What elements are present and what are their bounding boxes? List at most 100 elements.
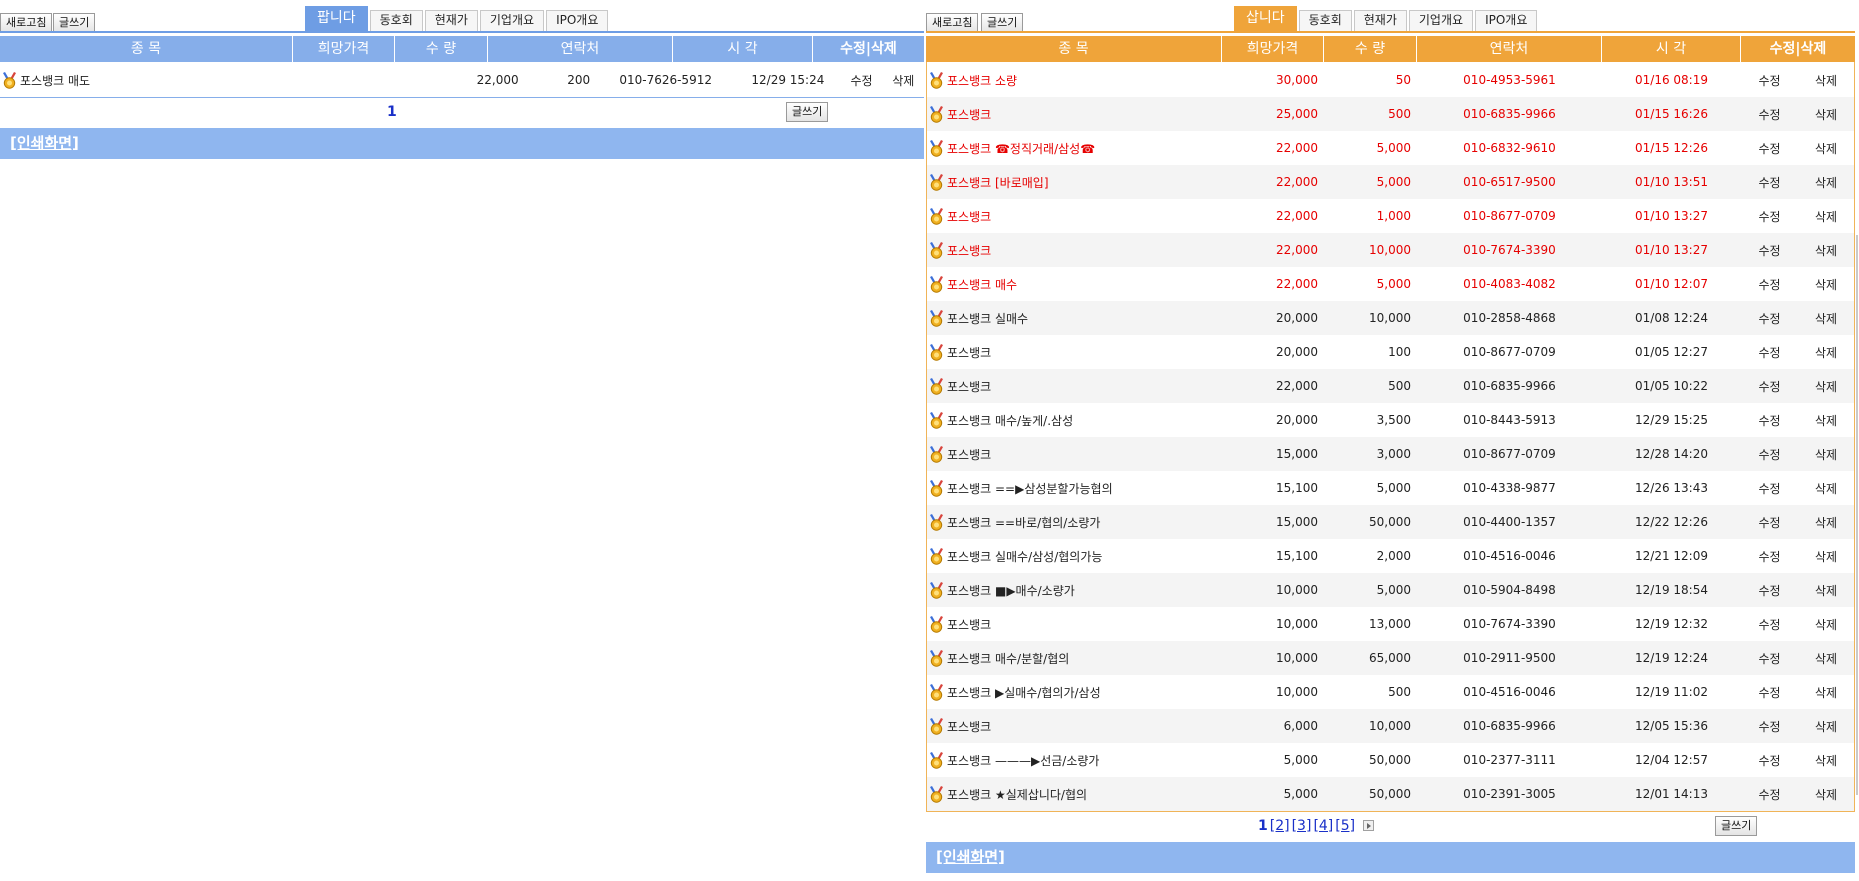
row-edit-link[interactable]: 수정	[1741, 140, 1798, 157]
row-name[interactable]: 포스뱅크 매수	[947, 276, 1017, 293]
row-delete-link[interactable]: 삭제	[1798, 446, 1854, 463]
write-button-bottom[interactable]: 글쓰기	[1715, 816, 1758, 836]
row-edit-link[interactable]: 수정	[1741, 276, 1798, 293]
row-delete-link[interactable]: 삭제	[883, 72, 924, 89]
row-edit-link[interactable]: 수정	[1741, 344, 1798, 361]
write-button[interactable]: 글쓰기	[53, 13, 96, 33]
tab-club[interactable]: 동호회	[369, 10, 423, 31]
row-delete-link[interactable]: 삭제	[1798, 480, 1854, 497]
row-name[interactable]: 포스뱅크 매도	[20, 72, 90, 89]
print-view-link[interactable]: [인쇄화면]	[10, 134, 79, 152]
row-delete-link[interactable]: 삭제	[1798, 140, 1854, 157]
row-name[interactable]: 포스뱅크 ▶실매수/협의가/삼성	[947, 684, 1101, 701]
row-edit-link[interactable]: 수정	[1741, 548, 1798, 565]
row-edit-link[interactable]: 수정	[1741, 650, 1798, 667]
row-edit-link[interactable]: 수정	[1741, 378, 1798, 395]
row-edit-link[interactable]: 수정	[1741, 208, 1798, 225]
row-delete-link[interactable]: 삭제	[1798, 344, 1854, 361]
row-name[interactable]: 포스뱅크	[947, 616, 991, 633]
row-edit-link[interactable]: 수정	[1741, 446, 1798, 463]
tab-current-price[interactable]: 현재가	[424, 10, 478, 31]
tab-company-overview[interactable]: 기업개요	[479, 10, 545, 31]
header-time: 시 각	[1602, 36, 1741, 62]
tab-buy[interactable]: 삽니다	[1234, 6, 1297, 31]
write-button-bottom[interactable]: 글쓰기	[786, 102, 829, 122]
row-name[interactable]: 포스뱅크 [바로매입]	[947, 174, 1049, 191]
row-delete-link[interactable]: 삭제	[1798, 514, 1854, 531]
row-delete-link[interactable]: 삭제	[1798, 378, 1854, 395]
tab-current-price[interactable]: 현재가	[1353, 10, 1407, 31]
row-delete-link[interactable]: 삭제	[1798, 276, 1854, 293]
row-delete-link[interactable]: 삭제	[1798, 242, 1854, 259]
row-edit-link[interactable]: 수정	[841, 72, 883, 89]
row-delete-link[interactable]: 삭제	[1798, 412, 1854, 429]
row-name-cell: 포스뱅크 ———▶선금/소량가	[927, 751, 1222, 769]
row-delete-link[interactable]: 삭제	[1798, 310, 1854, 327]
refresh-button[interactable]: 새로고침	[0, 13, 53, 33]
row-name[interactable]: 포스뱅크 실매수/삼성/협의가능	[947, 548, 1102, 565]
row-edit-link[interactable]: 수정	[1741, 582, 1798, 599]
row-delete-link[interactable]: 삭제	[1798, 684, 1854, 701]
row-name[interactable]: 포스뱅크 실매수	[947, 310, 1028, 327]
row-edit-link[interactable]: 수정	[1741, 616, 1798, 633]
row-name[interactable]: 포스뱅크	[947, 106, 991, 123]
row-edit-link[interactable]: 수정	[1741, 480, 1798, 497]
row-edit-link[interactable]: 수정	[1741, 684, 1798, 701]
pager-page-3[interactable]: [3]	[1292, 818, 1312, 834]
row-delete-link[interactable]: 삭제	[1798, 718, 1854, 735]
row-edit-link[interactable]: 수정	[1741, 718, 1798, 735]
row-edit-link[interactable]: 수정	[1741, 786, 1798, 803]
tab-ipo-overview[interactable]: IPO개요	[1475, 10, 1538, 31]
row-name[interactable]: 포스뱅크 매수/분할/협의	[947, 650, 1069, 667]
row-delete-link[interactable]: 삭제	[1798, 174, 1854, 191]
header-qty: 수 량	[1324, 36, 1417, 62]
pager-current[interactable]: 1	[387, 104, 397, 120]
buy-table-body: 포스뱅크 소량 30,000 50 010-4953-5961 01/16 08:19 수…	[927, 63, 1854, 811]
row-name[interactable]: 포스뱅크 ———▶선금/소량가	[947, 752, 1099, 769]
row-name[interactable]: 포스뱅크 ★실제삽니다/협의	[947, 786, 1087, 803]
row-delete-link[interactable]: 삭제	[1798, 582, 1854, 599]
row-name[interactable]: 포스뱅크	[947, 242, 991, 259]
row-name[interactable]: 포스뱅크 매수/높게/.삼성	[947, 412, 1073, 429]
tab-company-overview[interactable]: 기업개요	[1408, 10, 1474, 31]
row-delete-link[interactable]: 삭제	[1798, 616, 1854, 633]
pager-page-2[interactable]: [2]	[1270, 818, 1290, 834]
next-page-icon[interactable]	[1363, 820, 1375, 831]
row-delete-link[interactable]: 삭제	[1798, 72, 1854, 89]
row-edit-link[interactable]: 수정	[1741, 174, 1798, 191]
tab-club[interactable]: 동호회	[1298, 10, 1352, 31]
row-name[interactable]: 포스뱅크 ☎정직거래/삼성☎	[947, 140, 1095, 157]
row-delete-link[interactable]: 삭제	[1798, 786, 1854, 803]
row-name[interactable]: 포스뱅크	[947, 446, 991, 463]
row-name[interactable]: 포스뱅크 ■▶매수/소량가	[947, 582, 1075, 599]
row-name[interactable]: 포스뱅크	[947, 344, 991, 361]
row-delete-link[interactable]: 삭제	[1798, 650, 1854, 667]
row-edit-link[interactable]: 수정	[1741, 72, 1798, 89]
tab-ipo-overview[interactable]: IPO개요	[546, 10, 609, 31]
refresh-button[interactable]: 새로고침	[926, 13, 979, 33]
row-name[interactable]: 포스뱅크 소량	[947, 72, 1017, 89]
pager-page-5[interactable]: [5]	[1335, 818, 1355, 834]
row-delete-link[interactable]: 삭제	[1798, 548, 1854, 565]
write-button[interactable]: 글쓰기	[981, 13, 1024, 33]
row-edit-link[interactable]: 수정	[1741, 752, 1798, 769]
scrollbar[interactable]	[1856, 235, 1858, 795]
row-delete-link[interactable]: 삭제	[1798, 106, 1854, 123]
row-contact: 010-6835-9966	[1463, 379, 1556, 393]
row-edit-link[interactable]: 수정	[1741, 310, 1798, 327]
row-name[interactable]: 포스뱅크	[947, 718, 991, 735]
print-view-link[interactable]: [인쇄화면]	[936, 848, 1005, 866]
tab-sell[interactable]: 팝니다	[305, 6, 368, 31]
pager-page-4[interactable]: [4]	[1313, 818, 1333, 834]
row-edit-link[interactable]: 수정	[1741, 242, 1798, 259]
row-edit-link[interactable]: 수정	[1741, 412, 1798, 429]
row-edit-link[interactable]: 수정	[1741, 106, 1798, 123]
row-edit-link[interactable]: 수정	[1741, 514, 1798, 531]
row-delete-link[interactable]: 삭제	[1798, 752, 1854, 769]
row-name[interactable]: 포스뱅크 ==▶삼성분할가능협의	[947, 480, 1113, 497]
row-name[interactable]: 포스뱅크	[947, 378, 991, 395]
row-name[interactable]: 포스뱅크	[947, 208, 991, 225]
row-name[interactable]: 포스뱅크 ==바로/협의/소량가	[947, 514, 1100, 531]
pager-current[interactable]: 1	[1258, 818, 1268, 834]
row-delete-link[interactable]: 삭제	[1798, 208, 1854, 225]
